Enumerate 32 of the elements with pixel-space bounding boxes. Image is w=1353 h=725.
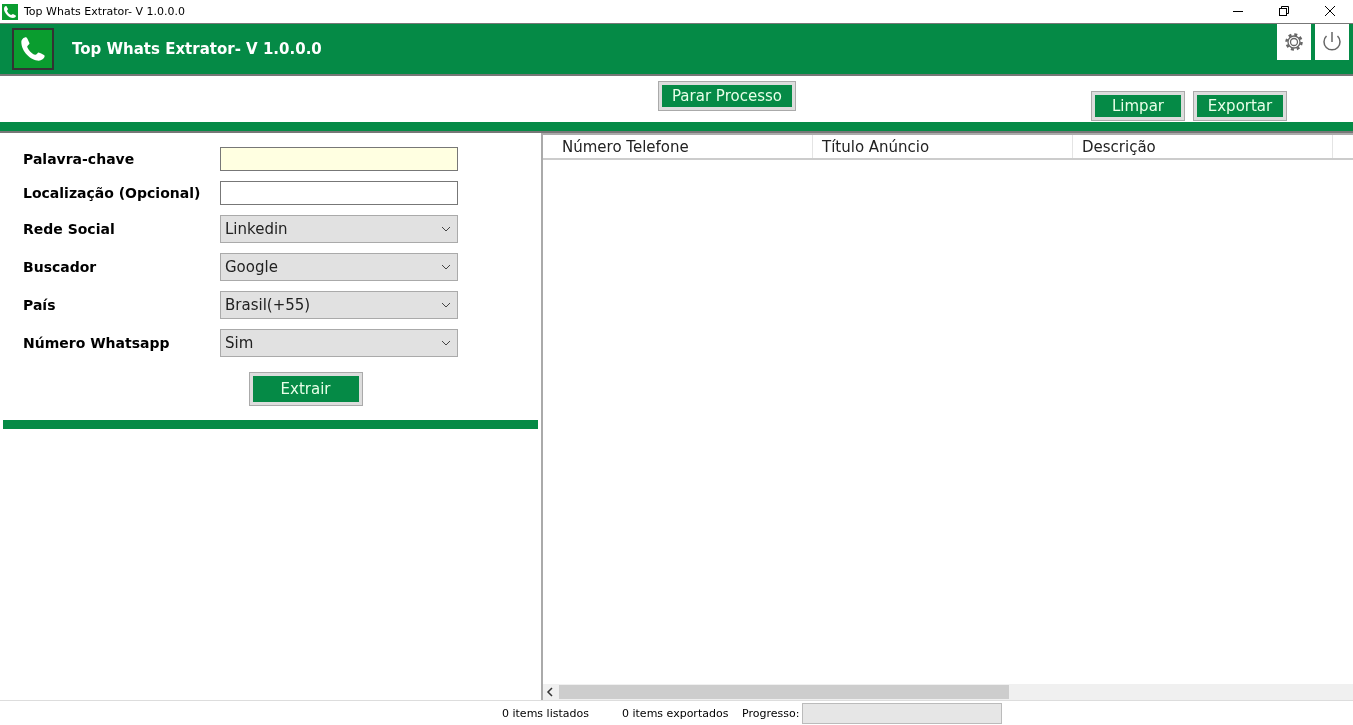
field-label: Buscador bbox=[23, 259, 98, 275]
field-label: Número Whatsapp bbox=[23, 335, 171, 351]
field-label: País bbox=[23, 297, 57, 313]
power-icon[interactable] bbox=[1315, 24, 1349, 60]
chevron-down-icon bbox=[441, 264, 451, 270]
export-button[interactable]: Exportar bbox=[1194, 92, 1286, 120]
dropdown[interactable]: Sim bbox=[220, 329, 458, 357]
field-label: Palavra-chave bbox=[23, 151, 136, 167]
horizontal-scrollbar[interactable] bbox=[543, 684, 1353, 700]
settings-icon[interactable] bbox=[1277, 24, 1311, 60]
dropdown[interactable]: Google bbox=[220, 253, 458, 281]
dropdown[interactable]: Brasil(+55) bbox=[220, 291, 458, 319]
progress-label: Progresso: bbox=[742, 707, 800, 720]
column-header[interactable]: Título Anúncio bbox=[813, 135, 1073, 158]
clear-button[interactable]: Limpar bbox=[1092, 92, 1184, 120]
phone-icon bbox=[12, 28, 54, 70]
extract-button[interactable]: Extrair bbox=[249, 373, 362, 405]
chevron-down-icon bbox=[441, 302, 451, 308]
chevron-down-icon bbox=[441, 340, 451, 346]
stop-process-button[interactable]: Parar Processo bbox=[659, 82, 795, 110]
field-label: Rede Social bbox=[23, 221, 116, 237]
chevron-down-icon bbox=[441, 226, 451, 232]
listed-count: 0 items listados bbox=[502, 707, 590, 720]
window-title: Top Whats Extrator- V 1.0.0.0 bbox=[24, 5, 187, 18]
exported-count: 0 items exportados bbox=[622, 707, 730, 720]
field-label: Localização (Opcional) bbox=[23, 185, 202, 201]
dropdown[interactable]: Linkedin bbox=[220, 215, 458, 243]
column-header[interactable]: Número Telefone bbox=[553, 135, 813, 158]
text-field[interactable] bbox=[220, 181, 458, 205]
column-header[interactable]: Descrição bbox=[1073, 135, 1333, 158]
app-title: Top Whats Extrator- V 1.0.0.0 bbox=[72, 40, 323, 58]
text-field[interactable] bbox=[220, 147, 458, 171]
